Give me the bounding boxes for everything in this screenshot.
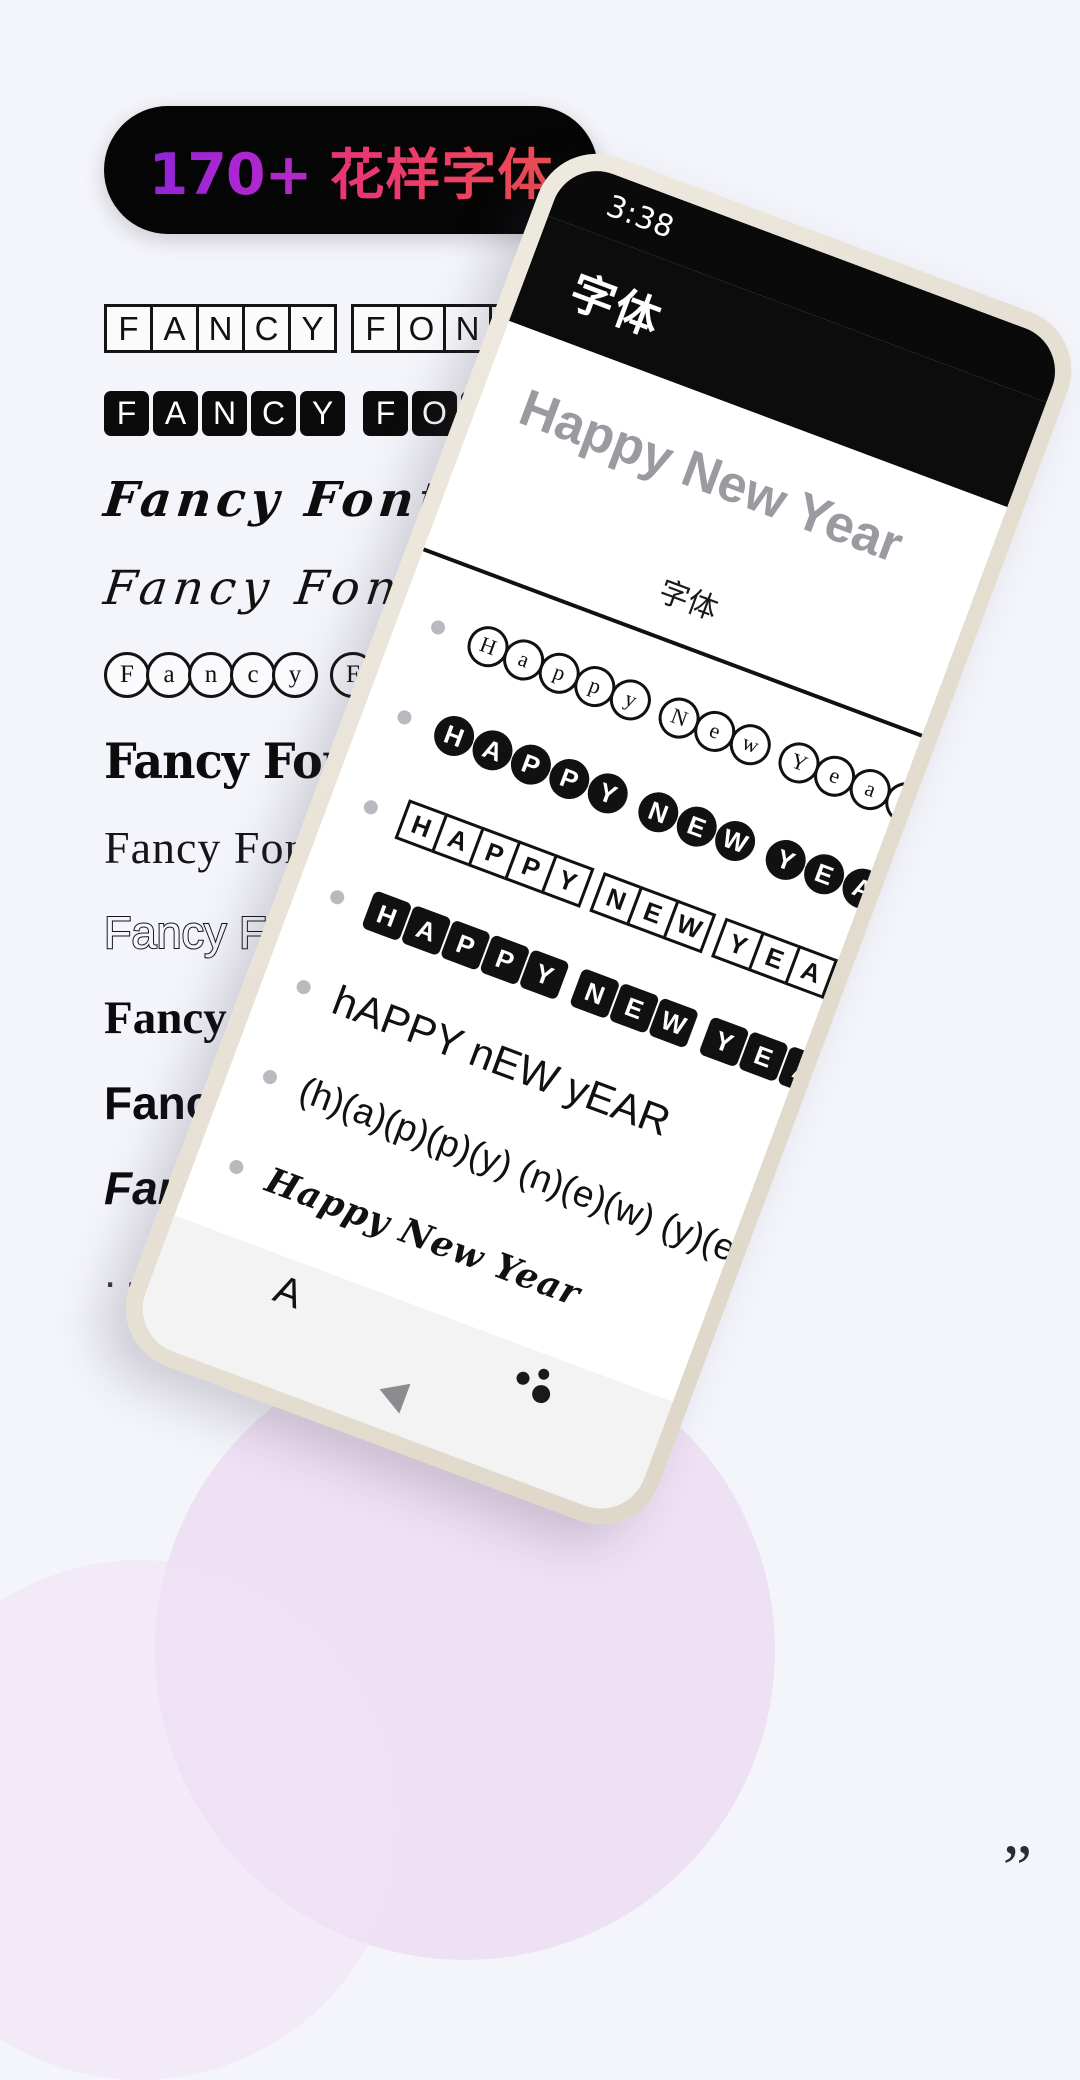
font-count-label: 170+ bbox=[148, 142, 313, 208]
bullet-icon bbox=[429, 618, 448, 637]
back-triangle-icon[interactable] bbox=[373, 1374, 411, 1414]
bullet-icon bbox=[294, 978, 313, 997]
headline-text: 花样字体 bbox=[329, 130, 553, 210]
script-bold-text: Fancy Font bbox=[101, 472, 449, 528]
bullet-icon bbox=[260, 1068, 279, 1087]
bullet-icon bbox=[227, 1157, 246, 1177]
script-light-text: Fancy Font bbox=[100, 560, 431, 616]
headline-badge-content: 170+ 花样字体 bbox=[149, 130, 554, 210]
bullet-icon bbox=[361, 798, 380, 817]
app-bar-title: 字体 bbox=[563, 265, 670, 346]
headline-badge: 170+ 花样字体 bbox=[104, 106, 598, 234]
tab-fonts[interactable]: 字体 bbox=[654, 567, 726, 629]
status-bar-clock: 3:38 bbox=[601, 188, 679, 246]
bullet-icon bbox=[395, 708, 414, 727]
boxed-outline-letters: FANCY FONT bbox=[104, 304, 538, 353]
quote-mark: ” bbox=[1002, 1832, 1032, 1905]
bullet-icon bbox=[328, 888, 347, 907]
